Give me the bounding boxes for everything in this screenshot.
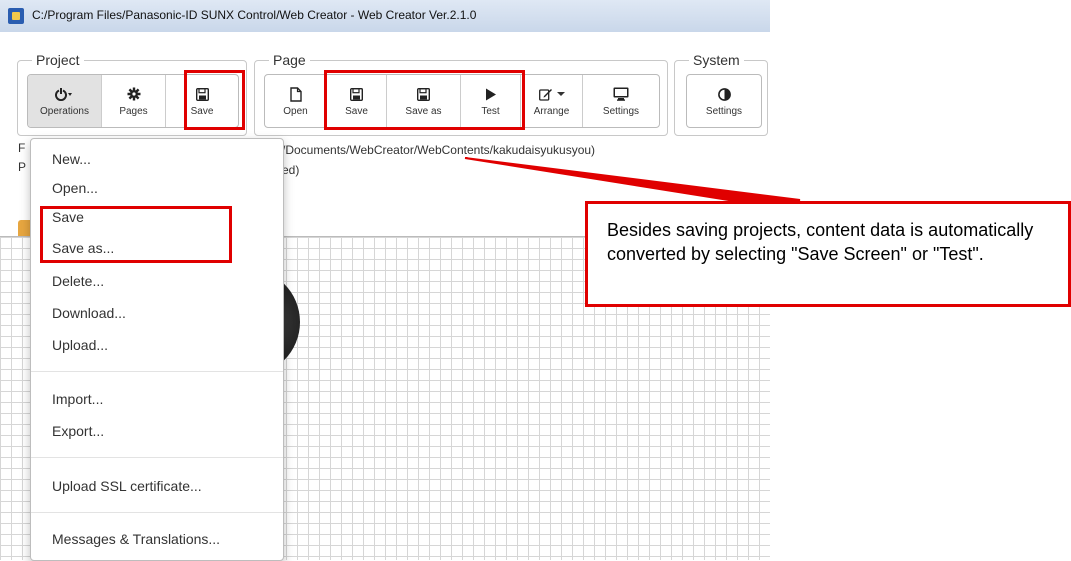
callout-text: Besides saving projects, content data is… [607,220,1034,264]
callout-box: Besides saving projects, content data is… [585,201,1071,307]
